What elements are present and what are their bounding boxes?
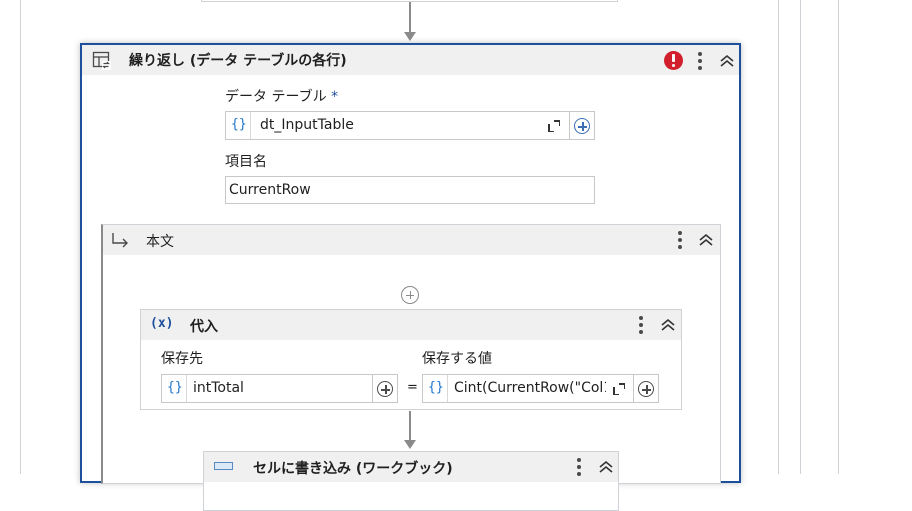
write-cell-title: セルに書き込み (ワークブック) — [253, 461, 453, 477]
assign-value-label: 保存する値 — [422, 351, 492, 367]
connector-line — [409, 411, 411, 441]
data-table-label: データ テーブル * — [225, 86, 338, 106]
body-collapse-icon[interactable] — [697, 231, 715, 249]
scroll-track-line-right — [838, 0, 839, 474]
excel-cell-icon — [214, 462, 233, 470]
assign-to-input[interactable]: {} intTotal — [161, 374, 373, 403]
add-activity-icon[interactable] — [401, 286, 419, 304]
write-cell-header[interactable]: セルに書き込み (ワークブック) — [204, 452, 618, 482]
item-name-value: CurrentRow — [229, 182, 311, 198]
body-section[interactable]: 本文 (x) 代入 保存先 保存する値 {} intTotal = {} Cin… — [101, 224, 721, 511]
collapse-icon[interactable] — [718, 52, 736, 70]
foreach-header[interactable]: 繰り返し (データ テーブルの各行) — [82, 45, 739, 75]
required-mark: * — [331, 89, 339, 105]
scroll-track-line-left — [800, 0, 801, 474]
item-name-input[interactable]: CurrentRow — [225, 176, 595, 204]
body-more-options-icon[interactable] — [674, 229, 686, 251]
more-options-icon[interactable] — [694, 50, 706, 72]
item-name-label: 項目名 — [225, 154, 267, 170]
data-table-plus-button[interactable] — [569, 111, 595, 140]
body-header[interactable]: 本文 — [103, 225, 720, 255]
assign-to-label: 保存先 — [161, 351, 203, 367]
table-loop-icon — [92, 51, 111, 70]
assign-title: 代入 — [190, 319, 218, 335]
brace-divider — [186, 375, 187, 402]
assign-value-plus-button[interactable] — [633, 374, 659, 403]
connector-line — [409, 2, 411, 34]
assign-to-plus-button[interactable] — [372, 374, 398, 403]
data-table-label-text: データ テーブル — [225, 89, 327, 105]
assign-activity[interactable]: (x) 代入 保存先 保存する値 {} intTotal = {} Cint(C… — [140, 309, 682, 410]
brace-divider — [447, 375, 448, 402]
brace-divider — [250, 112, 251, 139]
write-cell-activity[interactable]: セルに書き込み (ワークブック) — [203, 451, 619, 511]
connector-arrow-icon — [404, 32, 416, 41]
outer-sequence-border-left — [20, 0, 21, 474]
assign-icon: (x) — [150, 316, 174, 331]
assign-header[interactable]: (x) 代入 — [141, 310, 681, 340]
body-arrow-icon — [112, 233, 128, 248]
assign-collapse-icon[interactable] — [659, 316, 677, 334]
connector-arrow-icon — [404, 440, 416, 449]
equals-sign: = — [407, 380, 418, 395]
assign-to-value: intTotal — [193, 380, 244, 396]
expand-editor-icon[interactable] — [548, 120, 560, 132]
foreach-row-activity[interactable]: 繰り返し (データ テーブルの各行) データ テーブル * {} dt_Inpu… — [80, 43, 741, 511]
data-table-value: dt_InputTable — [260, 117, 354, 133]
data-table-input[interactable]: {} dt_InputTable — [225, 111, 570, 140]
variable-brace-icon: {} — [167, 380, 183, 395]
assign-more-options-icon[interactable] — [635, 314, 647, 336]
assign-value-value: Cint(CurrentRow("Col1 — [454, 380, 606, 396]
outer-sequence-border-right — [778, 0, 779, 474]
assign-value-input[interactable]: {} Cint(CurrentRow("Col1 — [422, 374, 634, 403]
error-icon[interactable] — [664, 51, 683, 70]
body-title: 本文 — [146, 234, 174, 250]
variable-brace-icon: {} — [231, 117, 247, 132]
expand-editor-icon[interactable] — [613, 383, 625, 395]
write-cell-more-options-icon[interactable] — [573, 456, 585, 478]
variable-brace-icon: {} — [428, 380, 444, 395]
write-cell-collapse-icon[interactable] — [597, 458, 615, 476]
foreach-title: 繰り返し (データ テーブルの各行) — [129, 53, 347, 69]
